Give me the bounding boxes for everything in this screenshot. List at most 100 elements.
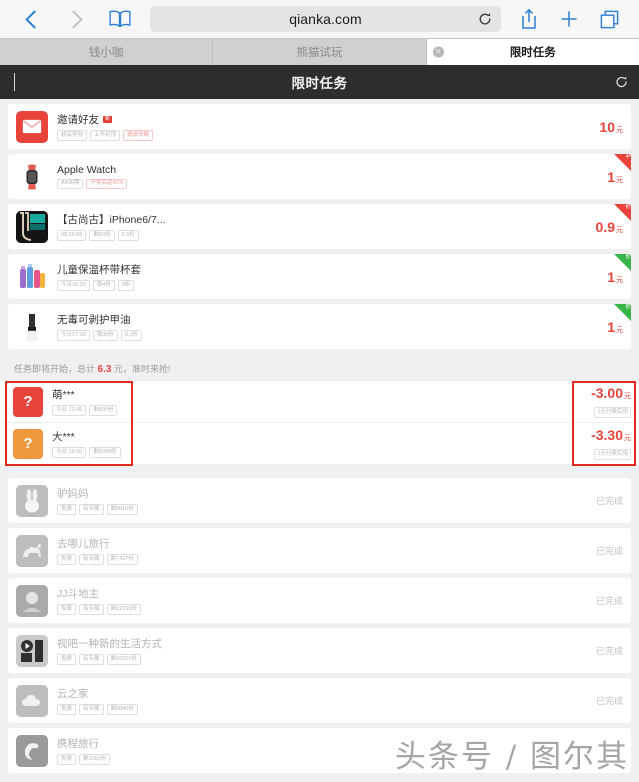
corner-badge-label: 抢 <box>625 204 631 209</box>
task-title-row: 云之家 <box>57 686 596 701</box>
page-back-button[interactable] <box>9 73 15 91</box>
completed-task-row[interactable]: 视吧一种新的生活方式 免费 有专属 剩10201份 已完成 <box>8 628 631 673</box>
task-tags: 超高奖励 上不封顶 邀请攻略 <box>57 130 593 141</box>
task-title-row: 去哪儿旅行 <box>57 536 596 551</box>
task-title-row: 邀请好友 新 <box>57 112 593 127</box>
task-tag: 今日17:00 <box>57 330 90 341</box>
user-name: 大*** <box>52 431 75 444</box>
new-tab-button[interactable] <box>549 0 589 38</box>
cup-icon <box>20 263 45 288</box>
task-title: 云之家 <box>57 688 89 701</box>
task-tags: A436期 开奖后返41% <box>57 178 601 190</box>
reload-icon[interactable] <box>477 11 493 27</box>
user-tag: 今日 16:00 <box>52 447 87 458</box>
task-title-row: 驴妈妈 <box>57 486 596 501</box>
completed-task-row[interactable]: JJ斗地主 免费 有专属 剩12193份 已完成 <box>8 578 631 623</box>
forward-button[interactable] <box>54 0 98 38</box>
back-button[interactable] <box>10 0 54 38</box>
bookmarks-button[interactable] <box>98 0 142 38</box>
task-tag: 剩12193份 <box>106 604 141 615</box>
browser-tab-1[interactable]: 熊猫试玩 <box>213 39 427 65</box>
chevron-right-icon <box>64 9 83 29</box>
share-button[interactable] <box>509 0 549 38</box>
corner-badge-label: 售 <box>625 304 631 309</box>
task-tag: 免费 <box>57 554 77 565</box>
task-tag: 剩8840份 <box>106 704 138 715</box>
camel-icon <box>16 534 48 567</box>
task-tag: 超高奖励 <box>57 130 88 141</box>
book-icon <box>109 10 131 28</box>
task-tag: 有专属 <box>79 654 104 665</box>
user-tags: 今日 16:00 剩5000份 <box>52 447 585 458</box>
task-tag: 免费 <box>57 604 77 615</box>
summary-text: 任务即将开始，总计 6.3 元，准时来抢! <box>0 354 639 381</box>
task-tags: 今日17:00 限30份 8.1折 <box>57 330 601 341</box>
address-bar[interactable]: qianka.com <box>150 6 501 32</box>
task-tag: 8.1折 <box>120 330 143 341</box>
task-row[interactable]: 抢 【古尚古】iPhone6/7... 00:29:06 剩60份 3.6折 0… <box>8 204 631 249</box>
user-amount-unit: 元 <box>624 392 631 400</box>
task-info: 【古尚古】iPhone6/7... 00:29:06 剩60份 3.6折 <box>57 212 590 241</box>
completed-task-row[interactable]: 去哪儿旅行 免费 有专属 剩7427份 已完成 <box>8 528 631 573</box>
task-tags: 免费 有专属 剩8010份 <box>57 504 596 515</box>
completed-task-row[interactable]: 云之家 免费 有专属 剩8840份 已完成 <box>8 678 631 723</box>
task-row[interactable]: 售 儿童保温杯带杯套 今日16:00 限4份 9折 1元 <box>8 254 631 299</box>
task-title: 无毒可剥护甲油 <box>57 314 131 327</box>
task-price: 1元 <box>607 320 623 334</box>
page-title: 限时任务 <box>291 76 348 91</box>
browser-tab-0[interactable]: 钱小咖 <box>0 39 214 65</box>
browser-tab-2[interactable]: ✕ 限时任务 <box>426 39 639 65</box>
task-title-row: Apple Watch <box>57 164 601 176</box>
task-thumbnail <box>16 310 48 343</box>
user-task-row[interactable]: ? 大*** 今日 16:00 剩5000份 -3.30元 1元付费后用 <box>0 423 639 465</box>
task-title: 携程旅行 <box>57 738 99 751</box>
summary-prefix: 任务即将开始，总计 <box>14 364 98 374</box>
completed-task-row[interactable]: 驴妈妈 免费 有专属 剩8010份 已完成 <box>8 478 631 523</box>
task-tag: 剩10201份 <box>106 654 141 665</box>
close-icon[interactable]: ✕ <box>432 46 444 58</box>
chevron-left-icon <box>25 9 44 29</box>
question-mark-icon: ? <box>23 393 33 410</box>
task-thumbnail <box>16 684 48 717</box>
task-thumbnail <box>16 110 48 143</box>
task-tag: 免费 <box>57 754 77 765</box>
task-price-unit: 元 <box>616 276 623 284</box>
task-tag: 免费 <box>57 504 77 515</box>
url-text: qianka.com <box>289 11 362 27</box>
task-thumbnail <box>16 534 48 567</box>
summary-suffix: 元，准时来抢! <box>111 364 171 374</box>
user-amount: -3.30元 <box>591 428 631 442</box>
user-name-row: 萌*** <box>52 387 585 402</box>
task-tag[interactable]: 邀请攻略 <box>123 130 154 141</box>
task-list-container[interactable]: 邀请好友 新 超高奖励 上不封顶 邀请攻略 10元 中 Apple Watch … <box>0 99 639 782</box>
task-price: 1元 <box>607 270 623 284</box>
page-refresh-button[interactable] <box>614 75 629 90</box>
task-status: 已完成 <box>595 696 623 706</box>
cards-icon <box>16 584 48 617</box>
task-price-wrap: 1元 <box>601 270 623 284</box>
completed-task-row[interactable]: 携程旅行 免费 剩1000份 <box>8 728 631 773</box>
show-tabs-button[interactable] <box>589 0 629 38</box>
task-title-badge: 新 <box>103 116 113 124</box>
task-tags: 免费 有专属 剩12193份 <box>57 604 596 615</box>
task-row[interactable]: 邀请好友 新 超高奖励 上不封顶 邀请攻略 10元 <box>8 104 631 149</box>
task-price-wrap: 1元 <box>601 170 623 184</box>
browser-toolbar: qianka.com <box>0 0 639 38</box>
task-tag: 开奖后返41% <box>86 178 128 190</box>
task-status: 已完成 <box>595 646 623 656</box>
task-info: 携程旅行 免费 剩1000份 <box>57 736 623 765</box>
user-task-row[interactable]: ? 萌*** 今日 13:45 剩800份 -3.00元 1元付费后用 <box>0 381 639 423</box>
task-title: JJ斗地主 <box>57 588 99 601</box>
task-title-row: 视吧一种新的生活方式 <box>57 636 596 651</box>
task-tags: 免费 有专属 剩10201份 <box>57 654 596 665</box>
task-thumbnail <box>16 734 48 767</box>
task-row[interactable]: 售 无毒可剥护甲油 今日17:00 限30份 8.1折 1元 <box>8 304 631 349</box>
task-title: 【古尚古】iPhone6/7... <box>57 214 166 227</box>
task-title: 儿童保温杯带杯套 <box>57 264 141 277</box>
task-thumbnail <box>16 484 48 517</box>
task-price-value: 0.9 <box>595 218 615 235</box>
task-tag: 有专属 <box>79 704 104 715</box>
task-price-unit: 元 <box>616 226 623 234</box>
task-price-wrap: 0.9元 <box>590 220 623 234</box>
task-row[interactable]: 中 Apple Watch A436期 开奖后返41% 1元 <box>8 154 631 199</box>
